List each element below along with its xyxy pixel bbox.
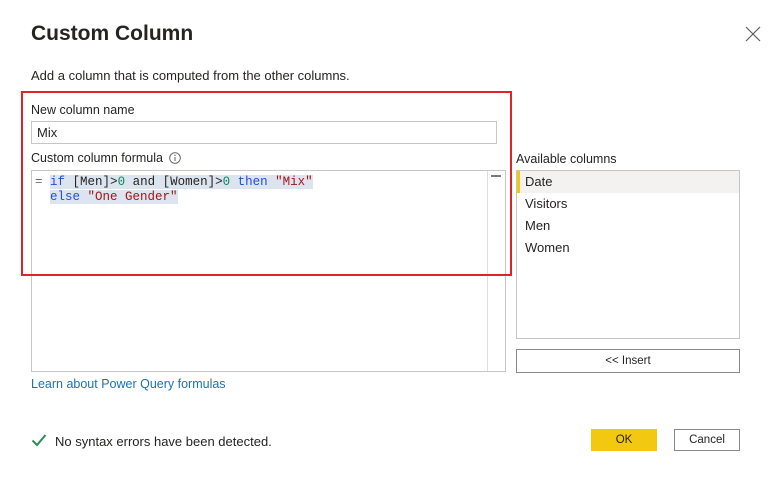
formula-str-one-gender: "One Gender" <box>80 190 178 204</box>
dialog-subtitle: Add a column that is computed from the o… <box>31 68 350 83</box>
available-columns-list[interactable]: Date Visitors Men Women <box>516 170 740 339</box>
formula-kw-else: else <box>50 190 81 204</box>
learn-power-query-link[interactable]: Learn about Power Query formulas <box>31 377 226 391</box>
column-item-men[interactable]: Men <box>517 215 739 237</box>
info-icon[interactable] <box>169 152 181 164</box>
formula-zero-2: 0 <box>222 175 231 189</box>
insert-button[interactable]: << Insert <box>516 349 740 373</box>
formula-editor[interactable]: = if [Men]>0 and [Women]>0 then "Mix" el… <box>31 170 506 372</box>
check-icon <box>31 433 47 450</box>
dialog-title: Custom Column <box>31 22 194 45</box>
syntax-status: No syntax errors have been detected. <box>31 433 272 450</box>
formula-equals: = <box>35 175 43 189</box>
close-icon[interactable] <box>741 22 765 46</box>
formula-men: [Men]> <box>65 175 118 189</box>
formula-line-1: = if [Men]>0 and [Women]>0 then "Mix" <box>35 175 313 190</box>
formula-and: and [Women]> <box>125 175 223 189</box>
formula-str-mix: "Mix" <box>267 175 313 189</box>
editor-scrollbar[interactable] <box>487 171 505 371</box>
available-columns-label: Available columns <box>516 152 617 166</box>
formula-kw-then: then <box>237 175 268 189</box>
formula-line-2: else "One Gender" <box>35 190 313 205</box>
column-item-date[interactable]: Date <box>517 171 739 193</box>
column-name-label: New column name <box>31 103 135 117</box>
ok-button[interactable]: OK <box>591 429 657 451</box>
formula-zero-1: 0 <box>117 175 126 189</box>
syntax-status-text: No syntax errors have been detected. <box>55 434 272 449</box>
cancel-button[interactable]: Cancel <box>674 429 740 451</box>
formula-kw-if: if <box>50 175 66 189</box>
formula-label-row: Custom column formula <box>31 151 181 165</box>
column-item-visitors[interactable]: Visitors <box>517 193 739 215</box>
formula-code[interactable]: = if [Men]>0 and [Women]>0 then "Mix" el… <box>35 175 313 205</box>
column-name-input[interactable] <box>31 121 497 144</box>
column-item-women[interactable]: Women <box>517 237 739 259</box>
scrollbar-thumb[interactable] <box>491 175 501 177</box>
formula-label: Custom column formula <box>31 151 163 165</box>
